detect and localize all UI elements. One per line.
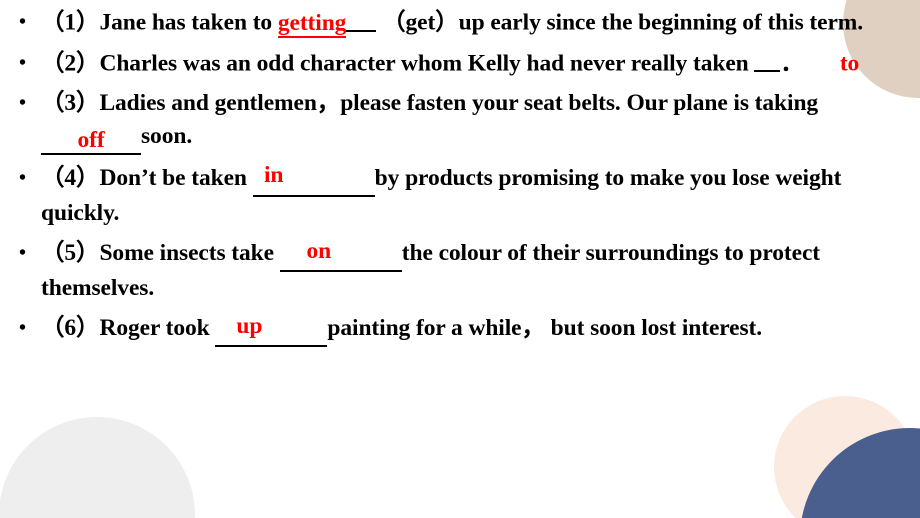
peach-circle-bottom-right <box>774 396 916 518</box>
exercise-prefix-1: Jane has taken to <box>99 9 278 36</box>
exercise-number-2: （2） <box>41 50 100 76</box>
exercise-suffix-3: soon. <box>141 123 193 149</box>
exercise-number-6: （6） <box>41 315 100 341</box>
exercise-prefix-2: Charles was an odd character whom Kelly … <box>99 50 755 76</box>
blank-4: in <box>252 162 375 197</box>
exercise-text-1: （1）Jane has taken to getting （get）up ear… <box>0 6 920 40</box>
exercise-text-2: （2）Charles was an odd character whom Kel… <box>0 47 920 81</box>
exercise-item-4: • （4）Don’t be taken in by products promis… <box>0 162 920 230</box>
exercise-answer-5: on <box>306 238 332 264</box>
exercise-item-1: • （1）Jane has taken to getting （get）up e… <box>0 6 920 40</box>
bullet-icon-4: • <box>19 167 26 189</box>
exercise-answer-3: off <box>77 127 105 153</box>
bullet-icon-6: • <box>19 317 26 339</box>
bullet-icon-5: • <box>19 242 26 264</box>
exercise-suffix-1: （get）up early since the beginning of thi… <box>376 9 864 36</box>
exercise-item-3: • （3）Ladies and gentlemen，please fasten … <box>0 87 920 155</box>
exercise-item-5: • （5）Some insects take on the colour of t… <box>0 237 920 305</box>
exercise-prefix-4: Don’t be taken <box>99 165 253 191</box>
exercise-answer-1: getting <box>277 9 347 38</box>
blank-3: off <box>41 120 141 155</box>
exercise-prefix-5: Some insects take <box>99 240 280 266</box>
gray-circle-bottom-left <box>0 417 195 518</box>
blank-rule-2 <box>754 47 781 72</box>
blank-5: on <box>279 237 402 272</box>
exercise-item-6: • （6）Roger took up painting for a while， … <box>0 312 920 347</box>
exercise-number-1: （1） <box>41 9 100 36</box>
exercise-item-2: • （2）Charles was an odd character whom K… <box>0 47 920 81</box>
exercise-text-6: （6）Roger took up painting for a while， bu… <box>0 312 920 347</box>
exercise-number-3: （3） <box>41 90 100 116</box>
exercise-number-5: （5） <box>41 240 100 266</box>
exercise-answer-4: in <box>263 162 284 188</box>
exercise-prefix-6: Roger took <box>99 315 216 341</box>
exercise-answer-6: up <box>236 313 263 339</box>
bullet-icon-1: • <box>19 11 26 33</box>
navy-circle-bottom-right <box>800 428 920 518</box>
exercise-text-4: （4）Don’t be taken in by products promisin… <box>0 162 920 230</box>
exercise-prefix-3: Ladies and gentlemen，please fasten your … <box>99 90 819 116</box>
exercise-number-4: （4） <box>41 165 100 191</box>
bullet-icon-3: • <box>19 92 26 114</box>
blank-6: up <box>215 312 328 347</box>
exercise-text-5: （5）Some insects take on the colour of the… <box>0 237 920 305</box>
exercise-text-3: （3）Ladies and gentlemen，please fasten yo… <box>0 87 920 155</box>
exercise-list: • （1）Jane has taken to getting （get）up e… <box>0 0 920 347</box>
exercise-suffix-2: ． <box>780 50 804 76</box>
blank-rule-1 <box>346 6 377 32</box>
exercise-answer-2: to <box>839 50 860 76</box>
bullet-icon-2: • <box>19 51 26 74</box>
exercise-suffix-6: painting for a while， but soon lost inte… <box>327 315 763 341</box>
slide-canvas: • （1）Jane has taken to getting （get）up e… <box>0 0 920 518</box>
